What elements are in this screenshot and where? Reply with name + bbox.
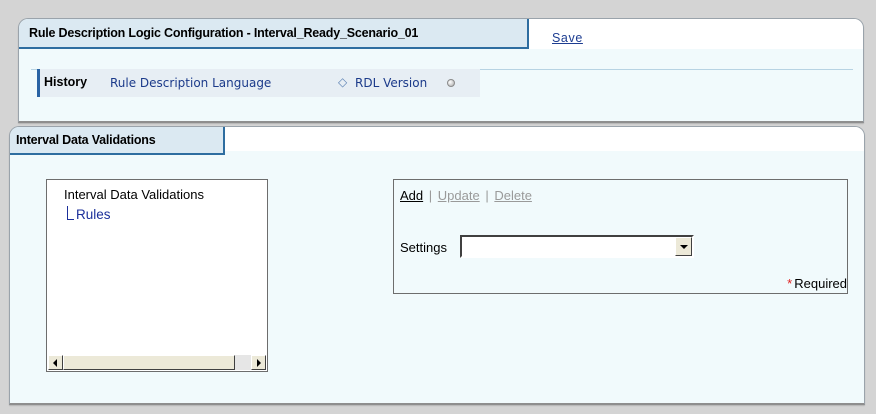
circle-icon <box>447 79 455 87</box>
validation-tree: Interval Data Validations Rules <box>46 179 268 372</box>
scroll-right-button[interactable] <box>251 355 266 370</box>
update-link: Update <box>437 188 480 203</box>
validation-panel: Interval Data Validations Interval Data … <box>9 126 865 405</box>
diamond-icon: ◇ <box>338 75 348 89</box>
validation-panel-header-strip <box>225 127 864 151</box>
validation-panel-title: Interval Data Validations <box>10 127 225 155</box>
arrow-right-icon <box>257 359 261 367</box>
dropdown-button[interactable] <box>675 237 692 256</box>
save-link[interactable]: Save <box>552 31 583 45</box>
tree-item-rules[interactable]: Rules <box>67 206 111 222</box>
required-label: Required <box>794 276 847 291</box>
crumb-rdl-version[interactable]: RDL Version <box>355 76 427 90</box>
scroll-left-button[interactable] <box>48 355 63 370</box>
tree-elbow-icon <box>67 206 74 220</box>
action-separator: | <box>485 188 489 203</box>
delete-link: Delete <box>494 188 532 203</box>
settings-label: Settings <box>400 240 447 255</box>
form-actions: Add | Update | Delete <box>400 188 532 203</box>
history-breadcrumb: History Rule Description Language ◇ RDL … <box>37 69 480 97</box>
config-panel: Rule Description Logic Configuration - I… <box>18 18 864 123</box>
tree-root-label: Interval Data Validations <box>64 187 204 202</box>
crumb-rule-description-language[interactable]: Rule Description Language <box>110 76 271 90</box>
settings-select[interactable] <box>460 235 694 258</box>
settings-form: Add | Update | Delete Settings * Required <box>393 179 848 294</box>
tree-item-label: Rules <box>76 207 111 222</box>
chevron-down-icon <box>680 245 688 249</box>
arrow-left-icon <box>53 359 57 367</box>
scroll-thumb[interactable] <box>63 355 235 370</box>
horizontal-scrollbar[interactable] <box>48 355 266 370</box>
add-link[interactable]: Add <box>400 188 423 203</box>
required-star: * <box>787 276 793 291</box>
config-panel-title: Rule Description Logic Configuration - I… <box>19 19 529 49</box>
action-separator: | <box>428 188 433 203</box>
required-note: * Required <box>787 276 847 291</box>
history-label: History <box>44 75 88 89</box>
